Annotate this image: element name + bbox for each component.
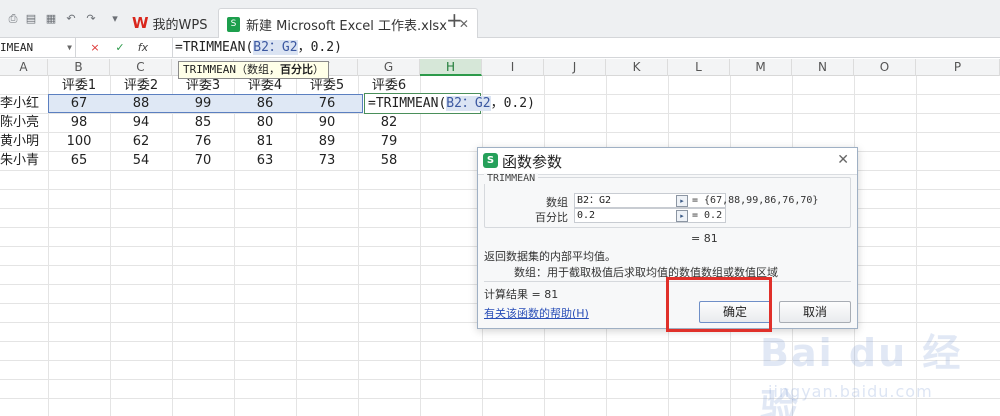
tab-label: 我的WPS <box>152 17 208 33</box>
name-cell[interactable]: 陈小亮 <box>0 113 48 132</box>
new-tab-button[interactable]: + <box>446 10 463 30</box>
score-cell[interactable]: 73 <box>296 151 358 170</box>
score-cell[interactable]: 81 <box>234 132 296 151</box>
formula-text: =TRIMMEAN( <box>175 40 254 55</box>
score-cell[interactable]: 58 <box>358 151 420 170</box>
header-cell[interactable]: 评委2 <box>110 76 172 95</box>
score-cell[interactable]: 63 <box>234 151 296 170</box>
overall-result: = 81 <box>691 232 718 245</box>
column-header[interactable]: N <box>792 59 854 76</box>
chevron-down-icon[interactable]: ▼ <box>67 38 72 57</box>
column-header[interactable]: G <box>358 59 420 76</box>
score-cell[interactable]: 79 <box>358 132 420 151</box>
column-header[interactable]: O <box>854 59 916 76</box>
cancel-button[interactable]: 取消 <box>779 301 851 323</box>
column-header[interactable]: I <box>482 59 544 76</box>
score-cell[interactable]: 94 <box>110 113 172 132</box>
tab-workbook[interactable]: S 新建 Microsoft Excel 工作表.xlsx ✕ <box>218 8 478 39</box>
column-header[interactable]: C <box>110 59 172 76</box>
insert-function-button[interactable]: fx <box>134 40 152 55</box>
score-cell[interactable]: 65 <box>48 151 110 170</box>
score-cell[interactable]: 90 <box>296 113 358 132</box>
tooltip-text: TRIMMEAN（数组， <box>183 63 280 76</box>
score-cell[interactable]: 86 <box>234 94 296 113</box>
export-icon[interactable]: ▦ <box>44 12 58 26</box>
formula-text: ，0.2) <box>490 96 535 111</box>
score-cell[interactable]: 98 <box>48 113 110 132</box>
undo-icon[interactable]: ↶ <box>64 12 78 26</box>
formula-reference: B2：G2 <box>253 40 298 55</box>
tooltip-active-arg: 百分比 <box>279 63 313 76</box>
function-name: TRIMMEAN <box>484 173 539 184</box>
column-header[interactable]: M <box>730 59 792 76</box>
formula-bar: IMEAN ▼ × ✓ fx =TRIMMEAN(B2：G2，0.2) <box>0 38 1000 58</box>
name-cell[interactable]: 朱小青 <box>0 151 48 170</box>
score-cell[interactable]: 85 <box>172 113 234 132</box>
name-cell[interactable]: 黄小明 <box>0 132 48 151</box>
score-cell[interactable]: 70 <box>172 151 234 170</box>
arg-label-percent: 百分比 <box>535 211 568 224</box>
column-headers: A B C D E F G H I J K L M N O P <box>0 59 1000 76</box>
range-picker-icon[interactable]: ▸ <box>676 210 688 222</box>
annotation-highlight-box <box>666 277 772 332</box>
spreadsheet-app: ⎙ ▤ ▦ ↶ ↷ ▾ W 我的WPS S 新建 Microsoft Excel… <box>0 0 1000 416</box>
close-icon[interactable]: ✕ <box>837 152 849 168</box>
score-cell[interactable]: 89 <box>296 132 358 151</box>
score-cell[interactable]: 88 <box>110 94 172 113</box>
baidu-watermark: Bai du 经验 jingyan.baidu.com <box>760 322 995 416</box>
tab-my-wps[interactable]: W 我的WPS <box>124 8 216 38</box>
column-header[interactable]: P <box>916 59 1000 76</box>
tab-label: 新建 Microsoft Excel 工作表.xlsx <box>246 18 447 34</box>
watermark-logo: Bai du 经验 <box>760 331 963 416</box>
score-cell[interactable]: 62 <box>110 132 172 151</box>
wps-logo-icon: W <box>132 14 149 32</box>
range-picker-icon[interactable]: ▸ <box>676 195 688 207</box>
title-bar: ⎙ ▤ ▦ ↶ ↷ ▾ W 我的WPS S 新建 Microsoft Excel… <box>0 0 1000 39</box>
excel-file-icon: S <box>227 16 240 32</box>
cancel-formula-button[interactable]: × <box>88 40 102 55</box>
calculation-result: 计算结果 = 81 <box>484 288 559 301</box>
score-cell[interactable]: 82 <box>358 113 420 132</box>
column-header[interactable]: L <box>668 59 730 76</box>
function-help-link[interactable]: 有关该函数的帮助(H) <box>484 305 589 321</box>
tooltip-text: ） <box>312 63 324 76</box>
header-cell[interactable]: 评委1 <box>48 76 110 95</box>
score-cell[interactable]: 100 <box>48 132 110 151</box>
watermark-url: jingyan.baidu.com <box>768 382 933 401</box>
column-header-selected[interactable]: H <box>420 59 482 76</box>
column-header[interactable]: A <box>0 59 48 76</box>
name-cell[interactable]: 李小红 <box>0 94 48 113</box>
name-box-value: IMEAN <box>0 41 34 54</box>
score-cell[interactable]: 80 <box>234 113 296 132</box>
column-header[interactable]: K <box>606 59 668 76</box>
score-cell[interactable]: 54 <box>110 151 172 170</box>
quick-access-dropdown-icon[interactable]: ▾ <box>108 12 122 26</box>
column-header[interactable]: B <box>48 59 110 76</box>
preview-icon[interactable]: ▤ <box>24 12 38 26</box>
cell-formula-editor[interactable]: =TRIMMEAN(B2：G2，0.2) <box>368 94 535 113</box>
print-icon[interactable]: ⎙ <box>6 12 20 26</box>
confirm-formula-button[interactable]: ✓ <box>113 40 127 55</box>
formula-text: ，0.2) <box>297 40 342 55</box>
function-signature-tooltip: TRIMMEAN（数组，百分比） <box>178 61 329 79</box>
name-box[interactable]: IMEAN ▼ <box>0 38 76 57</box>
formula-text: =TRIMMEAN( <box>368 96 447 111</box>
arg-result-percent: = 0.2 <box>692 210 723 221</box>
arg-label-array: 数组 <box>546 196 568 209</box>
dialog-title-bar[interactable]: S 函数参数 ✕ <box>478 148 857 175</box>
formula-reference: B2：G2 <box>446 96 491 111</box>
column-header[interactable]: J <box>544 59 606 76</box>
score-cell[interactable]: 99 <box>172 94 234 113</box>
function-description: 返回数据集的内部平均值。 <box>484 250 616 263</box>
arg-result-array: = {67,88,99,86,76,70} <box>692 195 819 206</box>
score-cell[interactable]: 76 <box>296 94 358 113</box>
score-cell[interactable]: 76 <box>172 132 234 151</box>
score-cell[interactable]: 67 <box>48 94 110 113</box>
formula-input[interactable]: =TRIMMEAN(B2：G2，0.2) <box>172 38 342 57</box>
redo-icon[interactable]: ↷ <box>84 12 98 26</box>
dialog-title: 函数参数 <box>502 153 563 171</box>
wps-app-icon: S <box>483 153 498 168</box>
